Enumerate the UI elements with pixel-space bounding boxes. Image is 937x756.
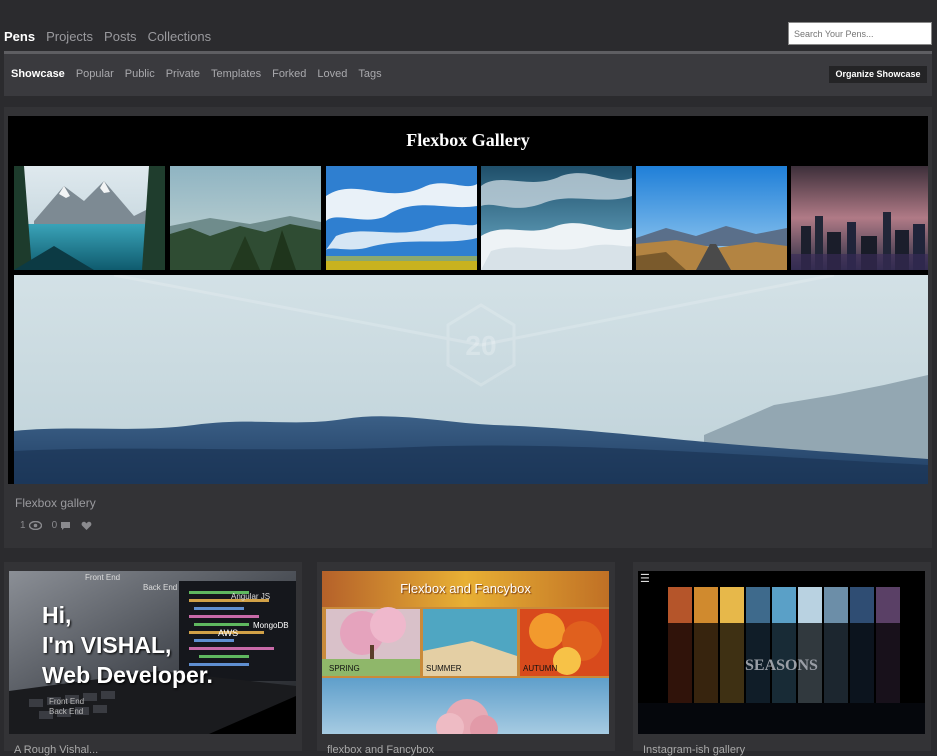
pen-card-preview[interactable]: Front End Back End Angular JS AWS MongoD… <box>9 571 296 734</box>
pen-stats: 1 0 <box>20 520 92 531</box>
subnav-private[interactable]: Private <box>166 68 200 80</box>
menu-icon[interactable]: ☰ <box>640 572 650 585</box>
pen-card: ☰ SEASONS Instagram-ish gallery <box>633 562 931 756</box>
top-nav: Pens Projects Posts Collections <box>0 22 937 52</box>
tag-back-end: Back End <box>143 583 178 592</box>
hero-line-3: Web Developer. <box>42 662 213 688</box>
comment-count-value: 0 <box>51 520 58 531</box>
fancybox-heading: Flexbox and Fancybox <box>400 581 531 596</box>
view-count: 1 <box>20 520 42 531</box>
search-pens-input[interactable] <box>788 22 932 45</box>
gallery-main-image[interactable]: 20 <box>14 275 928 484</box>
tab-projects[interactable]: Projects <box>46 29 93 44</box>
tag-aws: AWS <box>218 628 239 638</box>
pen-type-tabs: Pens Projects Posts Collections <box>4 29 211 44</box>
pen-title[interactable]: Flexbox gallery <box>15 496 96 510</box>
pen-card-title[interactable]: A Rough Vishal... <box>14 744 98 756</box>
tag-angular: Angular JS <box>231 592 271 601</box>
svg-text:20: 20 <box>465 330 496 361</box>
tag-mongodb: MongoDB <box>253 621 289 630</box>
subnav-tags[interactable]: Tags <box>358 68 381 80</box>
sub-nav: Showcase Popular Public Private Template… <box>4 54 932 96</box>
label-summer: SUMMER <box>426 664 462 673</box>
gallery-thumb-sky[interactable] <box>326 166 477 270</box>
heart-icon <box>81 521 92 530</box>
pen-card-preview[interactable]: ☰ SEASONS <box>638 571 925 734</box>
organize-showcase-button[interactable]: Organize Showcase <box>829 66 927 83</box>
seasons-background <box>638 571 925 734</box>
pen-card-title[interactable]: flexbox and Fancybox <box>327 744 434 756</box>
tab-posts[interactable]: Posts <box>104 29 137 44</box>
pen-card-title[interactable]: Instagram-ish gallery <box>643 744 745 756</box>
comment-count[interactable]: 0 <box>52 520 72 531</box>
subnav-loved[interactable]: Loved <box>317 68 347 80</box>
preview-title: Flexbox Gallery <box>406 130 530 150</box>
subnav-public[interactable]: Public <box>125 68 155 80</box>
gallery-thumb-city[interactable] <box>791 166 928 270</box>
gallery-thumb-lake[interactable] <box>14 166 165 270</box>
featured-pen: Flexbox Gallery 20 Flexbox gallery 1 0 <box>4 107 932 548</box>
eye-icon <box>28 521 42 530</box>
subnav-showcase[interactable]: Showcase <box>11 68 65 80</box>
comment-icon <box>61 521 71 530</box>
gallery-thumb-clouds[interactable] <box>481 166 632 270</box>
seasons-heading: SEASONS <box>745 657 818 674</box>
tab-collections[interactable]: Collections <box>148 29 212 44</box>
pen-card: Flexbox and Fancybox SPRING SUMMER AUTUM… <box>317 562 615 756</box>
pen-card-preview[interactable]: Flexbox and Fancybox SPRING SUMMER AUTUM… <box>322 571 609 734</box>
subnav-popular[interactable]: Popular <box>76 68 114 80</box>
tab-pens[interactable]: Pens <box>4 29 35 44</box>
tag-front-end: Front End <box>85 573 121 582</box>
label-spring: SPRING <box>329 664 360 673</box>
view-count-value: 1 <box>20 520 26 531</box>
label-autumn: AUTUMN <box>523 664 558 673</box>
gallery-thumb-road[interactable] <box>636 166 787 270</box>
pen-preview[interactable]: Flexbox Gallery 20 <box>8 116 928 484</box>
subnav-templates[interactable]: Templates <box>211 68 261 80</box>
hero-line-2: I'm VISHAL, <box>42 632 172 658</box>
subnav-forked[interactable]: Forked <box>272 68 306 80</box>
hero-line-1: Hi, <box>42 602 72 628</box>
gallery-thumb-forest[interactable] <box>170 166 321 270</box>
pen-card: Front End Back End Angular JS AWS MongoD… <box>4 562 302 756</box>
tag-back-end-2: Back End <box>49 707 84 716</box>
love-button[interactable] <box>81 521 92 531</box>
tag-front-end-2: Front End <box>49 697 85 706</box>
